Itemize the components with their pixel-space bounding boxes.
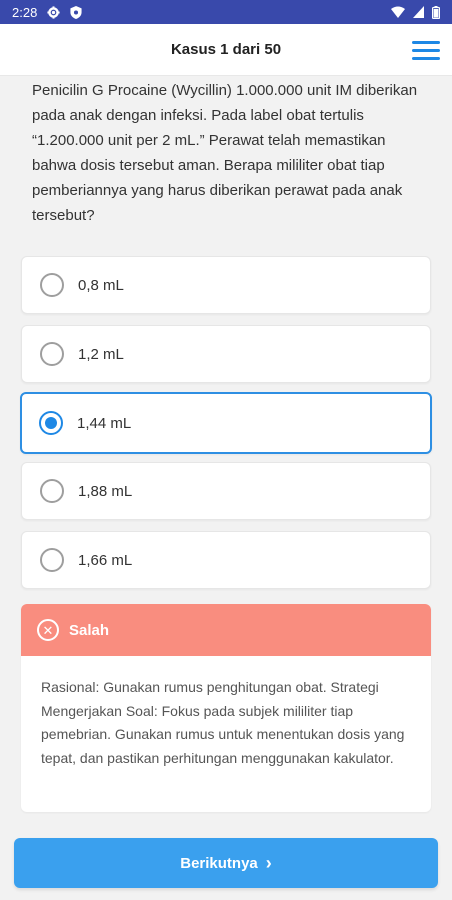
next-button-label: Berikutnya [180,854,258,872]
status-bar: 2:28 [0,0,452,24]
status-time: 2:28 [12,4,38,20]
answer-option-label: 1,2 mL [78,345,124,363]
signal-icon [413,6,424,18]
shield-icon [70,5,82,19]
answer-option-5[interactable]: 1,66 mL [21,531,431,589]
app-bar: Kasus 1 dari 50 [0,24,452,76]
hamburger-menu-icon[interactable] [412,36,440,64]
feedback-header: ✕ Salah [21,604,431,656]
chevron-right-icon: › [265,852,272,873]
answer-option-2[interactable]: 1,2 mL [21,325,431,383]
radio-button-checked[interactable] [39,411,63,435]
answer-option-3[interactable]: 1,44 mL [20,392,432,454]
question-text: Penicilin G Procaine (Wycillin) 1.000.00… [32,82,418,224]
battery-icon [432,5,440,19]
next-button[interactable]: Berikutnya › [14,838,438,888]
wifi-icon [391,6,405,18]
answer-option-label: 1,44 mL [77,414,132,432]
page-title: Kasus 1 dari 50 [170,41,282,58]
radio-button[interactable] [40,273,64,297]
answer-option-label: 1,66 mL [78,551,133,569]
gear-icon [47,5,60,19]
answer-option-1[interactable]: 0,8 mL [21,256,431,314]
radio-button[interactable] [40,342,64,366]
answer-option-label: 1,88 mL [78,482,133,500]
answer-option-label: 0,8 mL [78,276,124,294]
answer-option-4[interactable]: 1,88 mL [21,462,431,520]
feedback-card: ✕ Salah Rasional: Gunakan rumus penghitu… [21,604,431,812]
feedback-rationale: Rasional: Gunakan rumus penghitungan oba… [41,679,405,766]
x-circle-icon: ✕ [37,619,59,641]
radio-button[interactable] [40,548,64,572]
radio-button[interactable] [40,479,64,503]
feedback-status: Salah [69,621,110,639]
